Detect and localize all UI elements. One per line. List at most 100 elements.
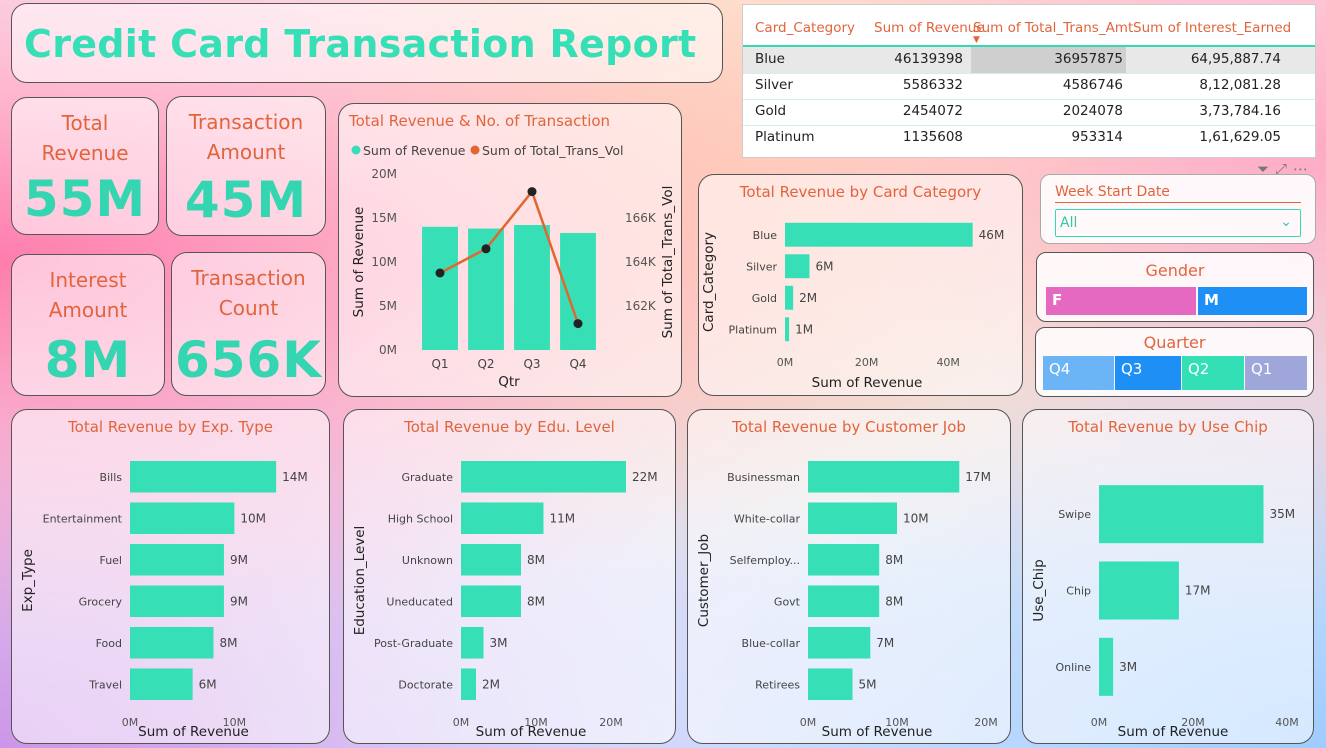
gender-option-m[interactable]: M <box>1198 287 1307 315</box>
table-cell: 5586332 <box>902 77 963 93</box>
bar <box>130 502 235 535</box>
legend-marker <box>470 145 480 155</box>
data-label: 8M <box>527 553 545 567</box>
kpi-value: 55M <box>23 170 147 228</box>
kpi-value: 45M <box>184 171 308 229</box>
quarter-slicer: Quarter Q4 Q3 Q2 Q1 <box>1035 327 1314 397</box>
kpi-value: 656K <box>174 331 323 389</box>
data-label: 8M <box>885 594 903 608</box>
data-label: 10M <box>903 511 929 525</box>
table-cell: 4586746 <box>1062 77 1123 93</box>
y-axis-label: Customer_Job <box>696 534 712 627</box>
column-header[interactable]: Sum of Total_Trans_Amt <box>973 20 1133 36</box>
exp-type-chart-card[interactable]: Total Revenue by Exp. Type Bills 14M Enter… <box>11 409 330 744</box>
bar <box>461 460 626 493</box>
data-point <box>573 319 583 329</box>
bar <box>1099 637 1114 696</box>
kpi-label: Transaction Amount <box>188 110 304 164</box>
category-label: Businessman <box>727 471 800 484</box>
category-label: Chip <box>1066 585 1091 598</box>
y-tick-label: 5M <box>379 299 397 313</box>
data-label: 8M <box>220 636 238 650</box>
category-label: Grocery <box>79 595 123 608</box>
data-label: 8M <box>885 553 903 567</box>
table-row[interactable]: Blue 46139398 36957875 64,95,887.74 <box>743 47 1315 74</box>
data-label: 11M <box>550 511 576 525</box>
quarter-option-q2[interactable]: Q2 <box>1182 356 1244 390</box>
legend-label: Sum of Revenue <box>363 143 466 158</box>
x-axis-label: Sum of Revenue <box>138 724 249 740</box>
card-category-table[interactable]: Card_Category Sum of Revenue Sum of Tota… <box>742 4 1316 158</box>
customer-job-chart-card[interactable]: Total Revenue by Customer Job Businessma… <box>687 409 1011 744</box>
kpi-transaction-count[interactable]: Transaction Count 656K <box>171 252 326 396</box>
category-label: Uneducated <box>386 595 453 608</box>
x-tick-label: 0M <box>777 356 794 369</box>
kpi-transaction-amount[interactable]: Transaction Amount 45M <box>166 96 326 236</box>
x-tick-label: Q3 <box>523 357 540 371</box>
data-label: 3M <box>1119 660 1137 674</box>
bar <box>808 543 880 576</box>
table-cell: 953314 <box>1071 129 1123 145</box>
table-row[interactable]: Gold 2454072 2024078 3,73,784.16 <box>743 99 1315 126</box>
table-cell: Platinum <box>755 129 815 145</box>
table-cell: Silver <box>755 77 793 93</box>
column-header[interactable]: Sum of Revenue <box>874 20 985 36</box>
kpi-total-revenue[interactable]: Total Revenue 55M <box>11 97 159 235</box>
sort-desc-icon[interactable]: ▼ <box>973 35 980 45</box>
revenue-transactions-chart-card[interactable]: Total Revenue & No. of Transaction Sum o… <box>338 103 682 397</box>
column-header[interactable]: Card_Category <box>755 20 855 36</box>
bar <box>1099 485 1264 544</box>
table-cell: 8,12,081.28 <box>1199 77 1281 93</box>
table-row[interactable]: Platinum 1135608 953314 1,61,629.05 <box>743 125 1315 151</box>
category-label: Unknown <box>402 554 453 567</box>
slicer-label: Gender <box>1145 261 1205 280</box>
column-header[interactable]: Sum of Interest_Earned <box>1133 20 1291 36</box>
category-label: White-collar <box>734 512 801 525</box>
table-cell: 2024078 <box>1062 103 1123 119</box>
edu-level-chart-card[interactable]: Total Revenue by Edu. Level Graduate 22M H… <box>343 409 676 744</box>
data-label: 2M <box>482 677 500 691</box>
gender-slicer: Gender F M <box>1036 252 1314 322</box>
card-category-chart-card[interactable]: Total Revenue by Card Category Blue 46M Si… <box>698 174 1023 396</box>
divider <box>1055 202 1301 203</box>
bar <box>461 543 521 576</box>
series-line <box>439 189 580 325</box>
bar <box>785 222 973 247</box>
data-label: 46M <box>979 228 1005 242</box>
table-cell: Blue <box>755 51 785 67</box>
category-label: Selfemploy... <box>730 554 800 567</box>
kpi-interest-amount[interactable]: Interest Amount 8M <box>11 254 165 396</box>
table-cell: 36957875 <box>1054 51 1123 67</box>
x-tick-label: 40M <box>1275 716 1299 729</box>
y-axis-label: Card_Category <box>701 232 717 332</box>
x-axis-label: Qtr <box>498 374 520 390</box>
quarter-option-q1[interactable]: Q1 <box>1245 356 1307 390</box>
y-axis-label: Use_Chip <box>1031 559 1047 621</box>
x-tick-label: Q1 <box>431 357 448 371</box>
data-label: 14M <box>282 470 308 484</box>
use-chip-chart-card[interactable]: Total Revenue by Use Chip Swipe 35M Chip 17… <box>1022 409 1314 744</box>
x-tick-label: 0M <box>453 716 470 729</box>
y-tick-label: 15M <box>371 211 397 225</box>
quarter-option-q3[interactable]: Q3 <box>1115 356 1181 390</box>
x-tick-label: Q2 <box>477 357 494 371</box>
data-label: 22M <box>632 470 658 484</box>
quarter-option-q4[interactable]: Q4 <box>1043 356 1114 390</box>
bar <box>808 460 960 493</box>
category-label: Entertainment <box>43 512 123 525</box>
customer-job-chart: Businessman 17M White-collar 10M Selfemploy.… <box>696 460 998 740</box>
y2-axis-label: Sum of Total_Trans_Vol <box>660 186 676 339</box>
bar <box>422 226 458 350</box>
bar <box>130 460 277 493</box>
x-axis-label: Sum of Revenue <box>1118 724 1229 740</box>
table-row[interactable]: Silver 5586332 4586746 8,12,081.28 <box>743 73 1315 100</box>
data-label: 5M <box>859 677 877 691</box>
card-category-chart: Blue 46M Silver 6M Gold 2M Platinum 1M 0M 20M 40M S… <box>701 222 1005 391</box>
week-start-date-dropdown[interactable]: All ⌄ <box>1055 209 1301 237</box>
category-label: Swipe <box>1058 508 1091 521</box>
category-label: Travel <box>88 678 122 691</box>
category-label: Graduate <box>401 471 453 484</box>
category-label: Doctorate <box>398 678 453 691</box>
category-label: Fuel <box>99 554 122 567</box>
gender-option-f[interactable]: F <box>1046 287 1196 315</box>
